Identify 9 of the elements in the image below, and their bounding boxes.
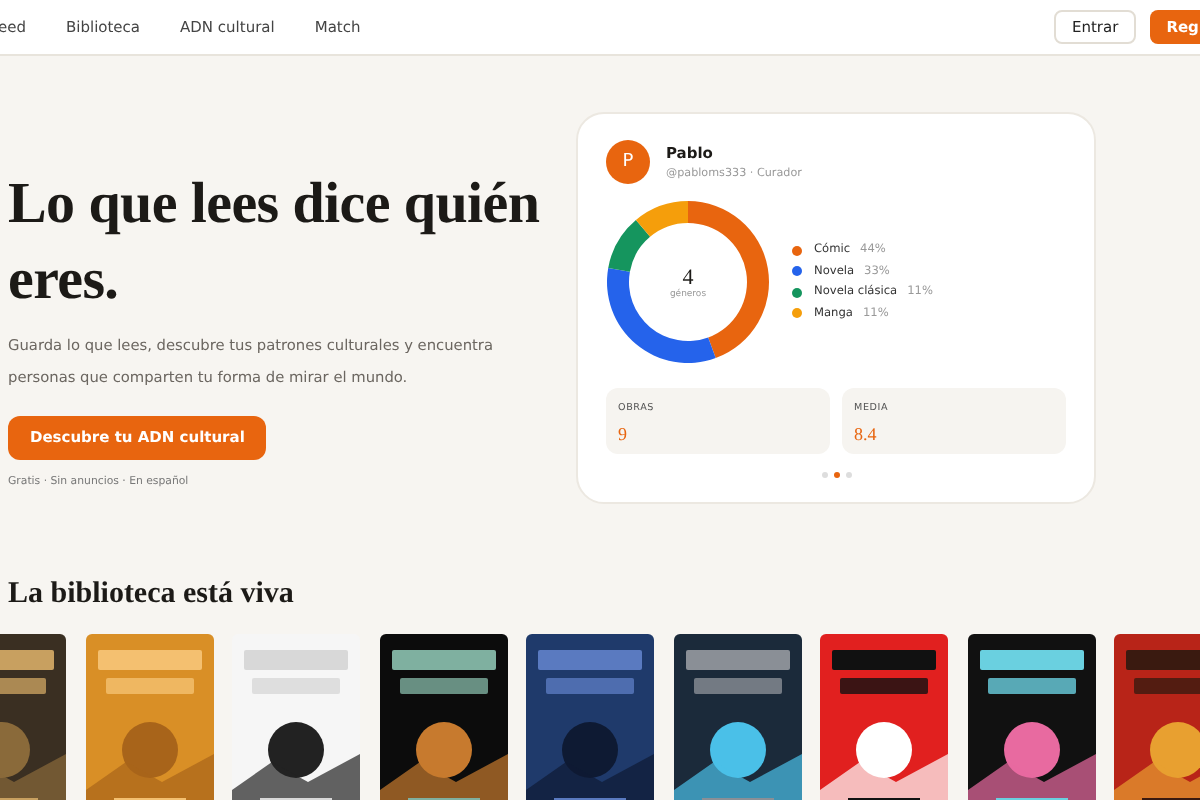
section-title: La biblioteca está viva — [8, 578, 296, 612]
avatar: P — [606, 140, 650, 184]
pager-dot[interactable] — [833, 472, 839, 478]
stat-value: 8.4 — [854, 424, 879, 444]
pager-dot[interactable] — [821, 472, 827, 478]
hero-title: Lo que lees dice quién eres. — [8, 170, 542, 316]
genre-count: 4 — [682, 265, 694, 289]
stat-value: 9 — [618, 424, 629, 444]
pager-dot[interactable] — [845, 472, 851, 478]
